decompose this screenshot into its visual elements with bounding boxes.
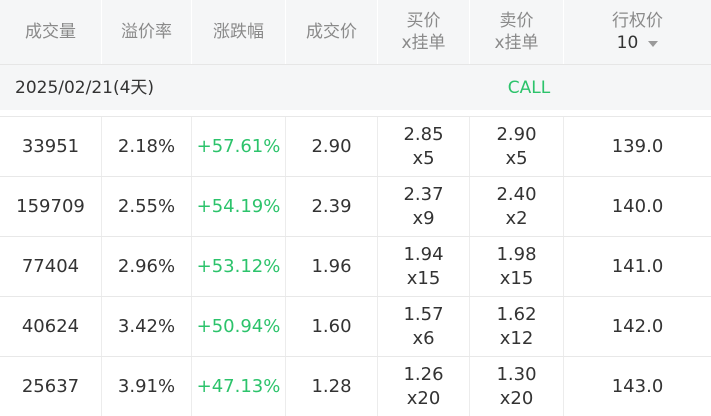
table-row[interactable]: 77404 2.96% +53.12% 1.96 1.94 x15 1.98 x… <box>0 236 711 296</box>
volume-cell: 77404 <box>0 237 102 296</box>
header-last-price-label: 成交价 <box>306 22 357 42</box>
table-row[interactable]: 25637 3.91% +47.13% 1.28 1.26 x20 1.30 x… <box>0 356 711 416</box>
header-ask-size-label: x挂单 <box>494 33 539 53</box>
ask-price: 2.90 <box>496 123 537 145</box>
premium-cell: 3.91% <box>102 357 192 416</box>
header-volume[interactable]: 成交量 <box>0 0 102 64</box>
header-strike-label: 行权价 <box>612 11 663 31</box>
bid-cell[interactable]: 1.94 x15 <box>378 237 470 296</box>
header-volume-label: 成交量 <box>25 22 76 42</box>
premium-cell: 2.96% <box>102 237 192 296</box>
ask-price: 2.40 <box>496 183 537 205</box>
bid-cell[interactable]: 2.85 x5 <box>378 117 470 176</box>
bid-size: x6 <box>412 327 435 349</box>
volume-cell: 25637 <box>0 357 102 416</box>
expiry-group-header[interactable]: 2025/02/21(4天) CALL <box>0 64 711 110</box>
change-cell: +47.13% <box>192 357 286 416</box>
last-price-cell: 1.60 <box>286 297 378 356</box>
bid-cell[interactable]: 2.37 x9 <box>378 177 470 236</box>
bid-price: 1.94 <box>403 243 444 265</box>
ask-size: x15 <box>499 267 534 289</box>
header-ask-label: 卖价 <box>499 11 534 31</box>
change-cell: +57.61% <box>192 117 286 176</box>
ask-cell[interactable]: 1.98 x15 <box>470 237 564 296</box>
last-price-cell: 2.39 <box>286 177 378 236</box>
table-row[interactable]: 40624 3.42% +50.94% 1.60 1.57 x6 1.62 x1… <box>0 296 711 356</box>
header-bid[interactable]: 买价 x挂单 <box>378 0 470 64</box>
bid-cell[interactable]: 1.57 x6 <box>378 297 470 356</box>
header-bid-size-label: x挂单 <box>401 33 446 53</box>
header-change-label: 涨跌幅 <box>213 22 264 42</box>
bid-price: 2.85 <box>403 123 444 145</box>
ask-size: x12 <box>499 327 534 349</box>
header-bid-label: 买价 <box>406 11 441 31</box>
last-price-cell: 1.96 <box>286 237 378 296</box>
ask-size: x2 <box>505 207 528 229</box>
ask-price: 1.30 <box>496 363 537 385</box>
option-type-label: CALL <box>507 78 551 98</box>
header-premium-label: 溢价率 <box>121 22 172 42</box>
strike-cell: 143.0 <box>611 375 664 397</box>
change-cell: +54.19% <box>192 177 286 236</box>
bid-size: x5 <box>412 147 435 169</box>
strike-cell: 142.0 <box>611 315 664 337</box>
strike-cell: 140.0 <box>611 195 664 217</box>
volume-cell: 33951 <box>0 117 102 176</box>
table-row[interactable]: 33951 2.18% +57.61% 2.90 2.85 x5 2.90 x5… <box>0 116 711 176</box>
strike-count-value: 10 <box>616 33 639 53</box>
bid-price: 1.57 <box>403 303 444 325</box>
header-last-price[interactable]: 成交价 <box>286 0 378 64</box>
change-cell: +50.94% <box>192 297 286 356</box>
premium-cell: 3.42% <box>102 297 192 356</box>
chevron-down-icon <box>648 41 659 47</box>
premium-cell: 2.55% <box>102 177 192 236</box>
last-price-cell: 1.28 <box>286 357 378 416</box>
header-ask[interactable]: 卖价 x挂单 <box>470 0 564 64</box>
bid-size: x15 <box>406 267 441 289</box>
bid-price: 1.26 <box>403 363 444 385</box>
bid-size: x20 <box>406 387 441 409</box>
table-row[interactable]: 159709 2.55% +54.19% 2.39 2.37 x9 2.40 x… <box>0 176 711 236</box>
volume-cell: 40624 <box>0 297 102 356</box>
ask-cell[interactable]: 2.90 x5 <box>470 117 564 176</box>
column-header-row: 成交量 溢价率 涨跌幅 成交价 买价 x挂单 卖价 x挂单 行权价 10 <box>0 0 711 64</box>
expiry-date: 2025/02/21(4天) <box>15 78 155 98</box>
ask-size: x20 <box>499 387 534 409</box>
ask-cell[interactable]: 2.40 x2 <box>470 177 564 236</box>
strike-count-dropdown[interactable]: 10 <box>617 32 659 54</box>
change-cell: +53.12% <box>192 237 286 296</box>
ask-price: 1.98 <box>496 243 537 265</box>
ask-size: x5 <box>505 147 528 169</box>
ask-price: 1.62 <box>496 303 537 325</box>
volume-cell: 159709 <box>0 177 102 236</box>
ask-cell[interactable]: 1.62 x12 <box>470 297 564 356</box>
last-price-cell: 2.90 <box>286 117 378 176</box>
bid-size: x9 <box>412 207 435 229</box>
bid-cell[interactable]: 1.26 x20 <box>378 357 470 416</box>
premium-cell: 2.18% <box>102 117 192 176</box>
ask-cell[interactable]: 1.30 x20 <box>470 357 564 416</box>
header-premium[interactable]: 溢价率 <box>102 0 192 64</box>
header-strike: 行权价 10 <box>564 0 711 64</box>
strike-wrap: 行权价 10 <box>612 10 663 54</box>
strike-cell: 141.0 <box>611 255 664 277</box>
bid-price: 2.37 <box>403 183 444 205</box>
strike-cell: 139.0 <box>611 135 664 157</box>
header-change[interactable]: 涨跌幅 <box>192 0 286 64</box>
